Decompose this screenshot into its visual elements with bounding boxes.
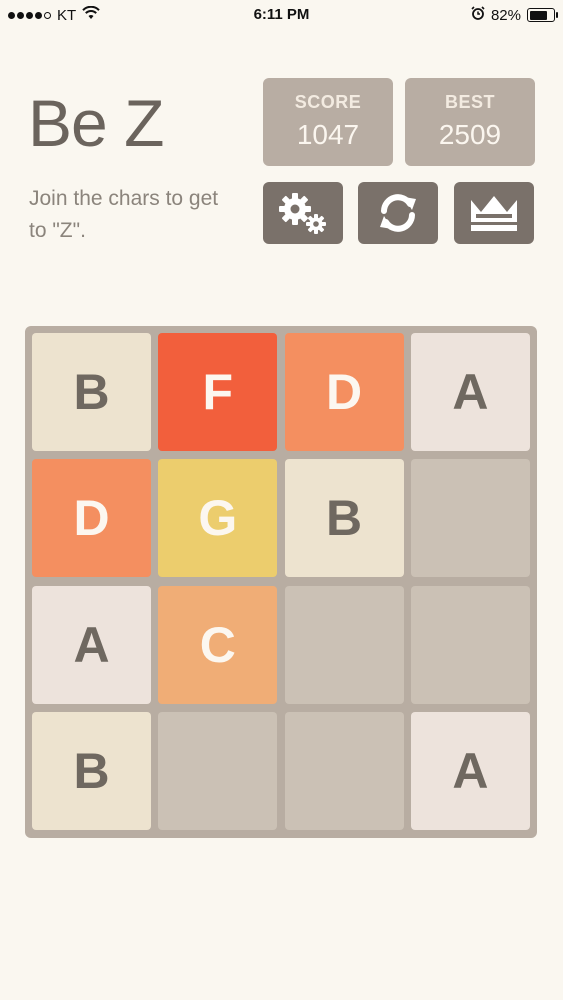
tile-b: B: [32, 333, 151, 451]
tile-c: C: [158, 585, 278, 704]
empty-cell: [284, 711, 404, 830]
restart-button[interactable]: [358, 182, 438, 244]
status-bar: KT 6:11 PM 82%: [0, 0, 563, 30]
tile-a: A: [410, 711, 530, 830]
score-value: 1047: [296, 119, 360, 150]
game-subtitle: Join the chars to get to "Z".: [29, 187, 219, 242]
tile-a: A: [410, 333, 530, 451]
score-label: SCORE: [294, 92, 362, 112]
game-title: Be Z: [28, 86, 164, 160]
empty-cell: [158, 711, 278, 830]
best-score-box: BEST 2509: [405, 78, 535, 166]
tile-f: F: [158, 333, 278, 451]
empty-cell: [410, 459, 530, 578]
crown-icon: [467, 192, 521, 234]
empty-cell: [284, 585, 404, 704]
refresh-icon: [374, 191, 422, 235]
tile-d: D: [284, 333, 404, 451]
alarm-icon: [471, 6, 485, 24]
tile-g: G: [158, 459, 278, 578]
tile-a: A: [32, 585, 151, 704]
best-value: 2509: [438, 119, 502, 150]
empty-cell: [410, 585, 530, 704]
settings-button[interactable]: [263, 182, 343, 244]
score-box: SCORE 1047: [263, 78, 393, 166]
game-board[interactable]: BFDADGBACBA: [25, 326, 537, 838]
leaderboard-button[interactable]: [454, 182, 534, 244]
gears-icon: [273, 189, 333, 237]
battery-icon: [527, 8, 558, 22]
tile-b: B: [32, 711, 151, 830]
best-label: BEST: [444, 92, 495, 112]
tile-b: B: [284, 459, 404, 578]
tile-d: D: [32, 459, 151, 578]
battery-percent: 82%: [490, 6, 521, 24]
status-right: 82%: [471, 6, 558, 24]
